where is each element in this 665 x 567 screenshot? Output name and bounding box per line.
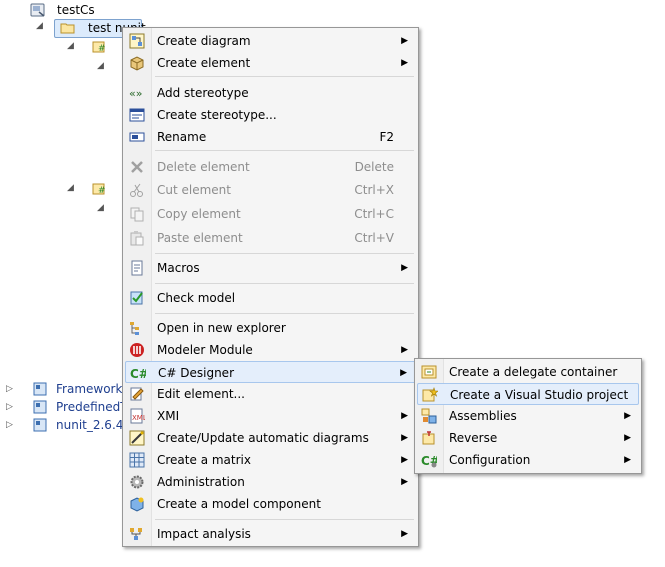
vs-project-icon [422,387,438,403]
assembly-icon [32,417,48,433]
submenu-arrow-icon: ▶ [401,58,408,68]
expand-arrow-icon[interactable]: ◢ [36,17,43,35]
svg-text:«»: «» [129,87,142,100]
collapse-arrow-icon[interactable]: ▷ [6,398,13,416]
menu-separator [155,76,414,77]
xmi-icon: XML [129,408,145,424]
auto-diagram-icon [129,430,145,446]
submenu-item-reverse[interactable]: Reverse ▶ [417,427,639,449]
expand-arrow-icon[interactable]: ◢ [67,37,74,55]
menu-item-create-diagram[interactable]: Create diagram ▶ [125,30,416,52]
diagram-icon [129,33,145,49]
menu-item-copy-element[interactable]: Copy element Ctrl+C [125,203,416,225]
menu-item-rename[interactable]: Rename F2 [125,126,416,148]
folder-icon [60,20,76,36]
submenu-arrow-icon: ▶ [400,368,407,378]
paste-icon [129,230,145,246]
svg-text:#: # [98,44,106,54]
matrix-icon [129,452,145,468]
reverse-icon [421,430,437,446]
svg-text:#: # [98,186,106,196]
menu-item-create-stereotype[interactable]: Create stereotype... [125,104,416,126]
assembly-icon [32,381,48,397]
menu-item-add-stereotype[interactable]: «» Add stereotype [125,82,416,104]
context-menu: Create diagram ▶ Create element ▶ «» Add… [122,27,419,547]
menu-item-cut-element[interactable]: Cut element Ctrl+X [125,179,416,201]
menu-item-create-a-model-component[interactable]: Create a model component [125,493,416,515]
menu-item-impact-analysis[interactable]: Impact analysis ▶ [125,523,416,545]
package-icon: # [92,180,108,196]
menu-item-create-update-automatic-diagrams[interactable]: Create/Update automatic diagrams ▶ [125,427,416,449]
tree-root-label[interactable]: testCs [57,1,95,19]
copy-icon [129,206,145,222]
collapse-arrow-icon[interactable]: ▷ [6,416,13,434]
gear-icon [129,474,145,490]
macro-icon [129,260,145,276]
project-icon [30,2,46,18]
element-box-icon [129,55,145,71]
tree-node-label[interactable]: FrameworkC [56,380,131,398]
explorer-icon [129,320,145,336]
menu-item-macros[interactable]: Macros ▶ [125,257,416,279]
menu-item-xmi[interactable]: XML XMI ▶ [125,405,416,427]
submenu-arrow-icon: ▶ [401,433,408,443]
menu-item-delete-element[interactable]: Delete element Delete [125,156,416,178]
expand-arrow-icon[interactable]: ◢ [97,57,104,75]
menu-separator [155,519,414,520]
scissors-icon [129,182,145,198]
impact-icon [129,526,145,542]
submenu-arrow-icon: ▶ [624,455,631,465]
assemblies-icon [421,408,437,424]
menu-item-open-in-new-explorer[interactable]: Open in new explorer [125,317,416,339]
check-model-icon [129,290,145,306]
menu-separator [155,150,414,151]
menu-item-create-a-matrix[interactable]: Create a matrix ▶ [125,449,416,471]
menu-separator [155,283,414,284]
modeler-module-icon [129,342,145,358]
assembly-icon [32,399,48,415]
expand-arrow-icon[interactable]: ◢ [67,179,74,197]
menu-item-check-model[interactable]: Check model [125,287,416,309]
csharp-designer-submenu: Create a delegate container Create a Vis… [414,358,642,474]
submenu-arrow-icon: ▶ [624,433,631,443]
collapse-arrow-icon[interactable]: ▷ [6,380,13,398]
menu-item-edit-element[interactable]: Edit element... [125,383,416,405]
create-stereotype-icon [129,107,145,123]
delete-icon [129,159,145,175]
submenu-item-create-visual-studio-project[interactable]: Create a Visual Studio project [417,383,639,405]
submenu-arrow-icon: ▶ [401,411,408,421]
csharp-icon: C# [130,365,146,381]
submenu-arrow-icon: ▶ [401,36,408,46]
svg-text:C#: C# [130,367,146,381]
model-component-icon [129,496,145,512]
submenu-arrow-icon: ▶ [401,345,408,355]
menu-item-create-element[interactable]: Create element ▶ [125,52,416,74]
csharp-config-icon: C# [421,452,437,468]
delegate-container-icon [421,364,437,380]
menu-item-administration[interactable]: Administration ▶ [125,471,416,493]
expand-arrow-icon[interactable]: ◢ [97,199,104,217]
submenu-arrow-icon: ▶ [401,263,408,273]
stereotype-icon: «» [129,85,145,101]
menu-item-modeler-module[interactable]: Modeler Module ▶ [125,339,416,361]
menu-separator [155,313,414,314]
package-icon: # [92,38,108,54]
submenu-arrow-icon: ▶ [401,477,408,487]
edit-icon [129,386,145,402]
rename-icon [129,129,145,145]
submenu-arrow-icon: ▶ [624,411,631,421]
menu-item-csharp-designer[interactable]: C# C# Designer ▶ [125,361,416,383]
submenu-item-configuration[interactable]: C# Configuration ▶ [417,449,639,471]
menu-item-paste-element[interactable]: Paste element Ctrl+V [125,227,416,249]
submenu-arrow-icon: ▶ [401,455,408,465]
svg-text:XML: XML [132,414,145,422]
submenu-arrow-icon: ▶ [401,529,408,539]
menu-separator [155,253,414,254]
submenu-item-assemblies[interactable]: Assemblies ▶ [417,405,639,427]
submenu-item-create-delegate-container[interactable]: Create a delegate container [417,361,639,383]
